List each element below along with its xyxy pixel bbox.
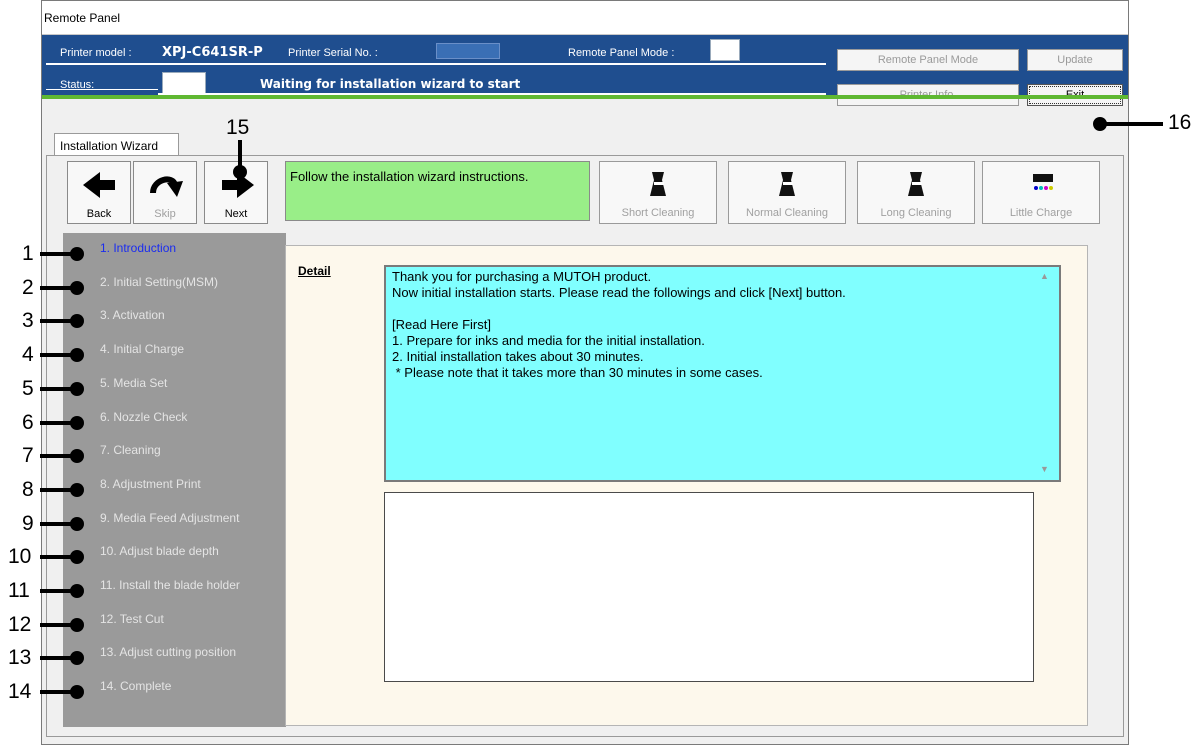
callout-number: 11 bbox=[8, 579, 30, 602]
remote-panel-mode-button[interactable]: Remote Panel Mode bbox=[837, 49, 1019, 71]
callout-line bbox=[238, 140, 242, 168]
normal-cleaning-label: Normal Cleaning bbox=[746, 207, 828, 219]
callout-dot bbox=[233, 165, 247, 179]
wizard-step-item: 2. Initial Setting(MSM) bbox=[100, 274, 219, 289]
little-charge-button[interactable]: Little Charge bbox=[982, 161, 1100, 224]
callout-number: 7 bbox=[22, 444, 34, 468]
wizard-step-list: 1. Introduction 2. Initial Setting(MSM) 3.… bbox=[63, 233, 286, 727]
callout-number: 1 bbox=[22, 242, 34, 265]
secondary-info-box bbox=[384, 492, 1034, 682]
callout-dot bbox=[70, 584, 84, 598]
accent-stripe bbox=[42, 95, 1128, 99]
callout-line bbox=[1105, 122, 1163, 126]
update-button[interactable]: Update bbox=[1027, 49, 1123, 71]
callout-number: 14 bbox=[8, 680, 32, 704]
wizard-step-item: 10. Adjust blade depth bbox=[100, 544, 219, 559]
callout-number: 4 bbox=[22, 343, 34, 367]
callout-dot bbox=[70, 482, 84, 497]
window-title: Remote Panel bbox=[42, 1, 1128, 35]
scroll-down-icon[interactable]: ▼ bbox=[1040, 464, 1049, 474]
next-label: Next bbox=[224, 208, 248, 220]
short-cleaning-button[interactable]: Short Cleaning bbox=[599, 161, 717, 224]
cleaning-icon bbox=[779, 172, 795, 196]
wizard-step-item: 7. Cleaning bbox=[100, 443, 161, 458]
detail-panel: Detail Thank you for purchasing a MUTOH … bbox=[285, 245, 1088, 726]
callout-number: 3 bbox=[22, 309, 34, 333]
remote-panel-window: Remote Panel Printer model : XPJ-C641SR-… bbox=[41, 0, 1129, 745]
normal-cleaning-button[interactable]: Normal Cleaning bbox=[728, 161, 846, 224]
callout-number: 13 bbox=[8, 646, 32, 670]
printer-model-value: XPJ-C641SR-P bbox=[162, 45, 263, 60]
back-label: Back bbox=[86, 208, 112, 220]
callout-number: 16 bbox=[1168, 111, 1192, 134]
callout-dot bbox=[70, 685, 84, 700]
wizard-step-item: 9. Media Feed Adjustment bbox=[100, 510, 240, 525]
wizard-step-item: 11. Install the blade holder bbox=[100, 578, 240, 592]
callout-number: 15 bbox=[226, 116, 250, 139]
status-indicator bbox=[162, 72, 206, 94]
callout-dot bbox=[70, 617, 84, 632]
cleaning-icon bbox=[650, 172, 666, 196]
callout-dot bbox=[70, 280, 84, 295]
callout-number: 12 bbox=[8, 612, 32, 636]
remote-panel-mode-label: Remote Panel Mode : bbox=[568, 47, 675, 59]
detail-text: Thank you for purchasing a MUTOH product… bbox=[384, 265, 1061, 482]
callout-number: 9 bbox=[22, 511, 34, 535]
serial-label: Printer Serial No. : bbox=[288, 47, 378, 59]
serial-value-redacted bbox=[436, 43, 500, 59]
header-bar: Printer model : XPJ-C641SR-P Printer Ser… bbox=[42, 35, 1128, 106]
wizard-step-item: 8. Adjustment Print bbox=[100, 476, 201, 491]
callout-dot bbox=[70, 247, 84, 261]
callout-number: 2 bbox=[22, 275, 34, 299]
wizard-step-item: 14. Complete bbox=[100, 679, 172, 694]
instruction-message: Follow the installation wizard instructi… bbox=[285, 161, 590, 221]
wizard-step-item: 1. Introduction bbox=[100, 241, 177, 255]
printer-model-label: Printer model : bbox=[60, 47, 132, 59]
redo-arrow-icon bbox=[150, 176, 183, 197]
callout-number: 8 bbox=[22, 477, 34, 501]
scroll-up-icon[interactable]: ▲ bbox=[1040, 271, 1049, 281]
back-button[interactable]: Back bbox=[67, 161, 131, 224]
callout-number: 6 bbox=[22, 410, 34, 434]
header-divider bbox=[46, 63, 826, 65]
little-charge-label: Little Charge bbox=[1009, 207, 1073, 219]
callout-dot bbox=[70, 381, 84, 396]
callout-number: 10 bbox=[8, 545, 32, 569]
cleaning-icon bbox=[908, 172, 924, 196]
callout-dot bbox=[1093, 117, 1107, 131]
detail-label: Detail bbox=[298, 264, 331, 278]
callout-dot bbox=[70, 348, 84, 363]
wizard-step-item: 3. Activation bbox=[100, 308, 165, 323]
status-text: Waiting for installation wizard to start bbox=[260, 77, 521, 91]
ink-cartridges-icon bbox=[1033, 174, 1053, 190]
long-cleaning-button[interactable]: Long Cleaning bbox=[857, 161, 975, 224]
arrow-left-icon bbox=[83, 172, 115, 198]
long-cleaning-label: Long Cleaning bbox=[880, 207, 952, 219]
callout-number: 5 bbox=[22, 376, 34, 400]
status-underline-left bbox=[46, 89, 158, 90]
wizard-step-item: 4. Initial Charge bbox=[100, 342, 185, 357]
skip-label: Skip bbox=[154, 208, 176, 220]
callout-dot bbox=[70, 516, 84, 531]
remote-panel-mode-indicator bbox=[710, 39, 740, 61]
skip-button[interactable]: Skip bbox=[133, 161, 197, 224]
short-cleaning-label: Short Cleaning bbox=[621, 207, 695, 219]
wizard-step-item: 13. Adjust cutting position bbox=[100, 645, 237, 660]
callout-dot bbox=[70, 415, 84, 430]
tab-installation-wizard[interactable]: Installation Wizard bbox=[54, 133, 179, 156]
wizard-step-item: 6. Nozzle Check bbox=[100, 409, 188, 424]
wizard-step-item: 12. Test Cut bbox=[100, 611, 164, 626]
wizard-step-item: 5. Media Set bbox=[100, 375, 168, 390]
